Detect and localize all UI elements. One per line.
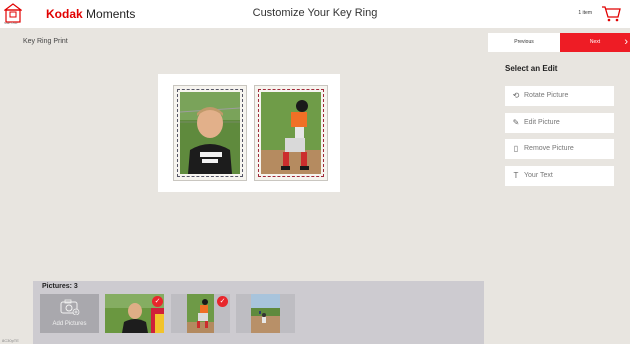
chevron-right-icon: › — [624, 36, 628, 48]
key-ring-preview — [158, 74, 340, 192]
trash-icon: ▯ — [513, 144, 519, 153]
key-ring-photo-front[interactable] — [173, 85, 247, 181]
print-boundary — [258, 89, 324, 177]
thumbnail-image — [187, 294, 214, 333]
product-title: Key Ring Print — [23, 38, 68, 45]
start-over-label[interactable]: Start Over — [4, 21, 18, 25]
next-button[interactable]: Next › — [560, 33, 630, 52]
page-title: Customize Your Key Ring — [252, 7, 378, 19]
cart-icon[interactable] — [601, 5, 621, 22]
remove-picture-label: Remove Picture — [524, 145, 574, 152]
rotate-picture-button[interactable]: ⟲ Rotate Picture — [505, 86, 614, 106]
add-pictures-button[interactable] — [40, 294, 99, 333]
print-boundary — [177, 89, 243, 177]
edit-sidebar — [486, 28, 630, 344]
photo-boy-portrait — [180, 92, 240, 174]
picture-count: Pictures: 3 — [42, 283, 78, 290]
your-text-label: Your Text — [524, 172, 553, 179]
photo-boy-fielding — [261, 92, 321, 174]
key-ring-photo-back[interactable] — [254, 85, 328, 181]
selected-check-icon: ✓ — [217, 296, 228, 307]
top-bar: Start Over Kodak Moments Customize Your … — [0, 0, 630, 28]
add-pictures-label: Add Pictures — [52, 321, 87, 327]
your-text-button[interactable]: T Your Text — [505, 166, 614, 186]
cart-count[interactable]: 1 item — [578, 10, 592, 16]
thumbnail-photo-3[interactable] — [236, 294, 295, 333]
version-label: 8C30pTE — [2, 338, 19, 343]
thumbnail-image — [251, 294, 280, 333]
edit-icon: ✎ — [512, 118, 520, 127]
rotate-picture-label: Rotate Picture — [524, 92, 569, 99]
edit-picture-button[interactable]: ✎ Edit Picture — [505, 113, 614, 133]
edit-panel-heading: Select an Edit — [505, 64, 558, 73]
previous-button[interactable]: Previous — [488, 33, 560, 52]
next-label: Next — [589, 39, 601, 45]
edit-picture-label: Edit Picture — [524, 119, 560, 126]
remove-picture-button[interactable]: ▯ Remove Picture — [505, 139, 614, 159]
text-icon: T — [513, 171, 519, 180]
rotate-icon: ⟲ — [512, 91, 520, 100]
camera-icon — [60, 299, 80, 315]
selected-check-icon: ✓ — [152, 296, 163, 307]
